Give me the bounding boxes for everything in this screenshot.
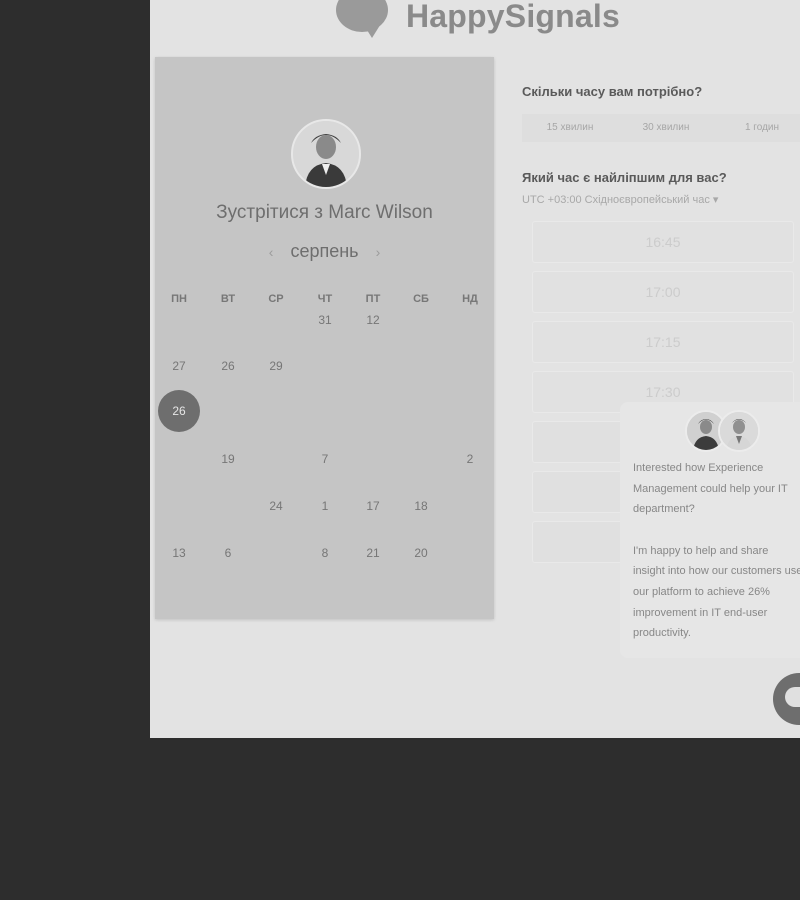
weekday-mon: ПН [171,293,187,305]
brand-name: HappySignals [406,0,621,34]
calendar-day[interactable]: 12 [353,313,393,327]
calendar-day[interactable]: 27 [159,359,199,373]
weekday-tue: ВТ [220,293,236,305]
duration-option-30[interactable]: 30 хвилин [618,114,714,142]
calendar-day[interactable]: 13 [159,546,199,560]
host-avatar [291,119,361,189]
timezone-label: UTC +03:00 Східноєвропейський час [522,194,710,206]
calendar-day[interactable]: 8 [305,546,345,560]
time-slot[interactable]: 17:15 [532,321,794,363]
calendar-day[interactable]: 29 [256,359,296,373]
calendar-day[interactable]: 26 [208,359,248,373]
calendar-day[interactable]: 6 [208,546,248,560]
scheduling-page: HappySignals Зустрітися з Marc Wilson ‹ … [150,0,800,738]
weekday-thu: ЧТ [317,293,333,305]
duration-option-60[interactable]: 1 годин [714,114,800,142]
calendar-day[interactable]: 20 [401,546,441,560]
calendar-day[interactable]: 21 [353,546,393,560]
calendar-day[interactable]: 18 [401,499,441,513]
agent-avatar [718,410,760,452]
calendar-day[interactable]: 7 [305,452,345,466]
weekday-sat: СБ [413,293,429,305]
speech-bubble-logo-icon [332,0,392,44]
time-slot[interactable]: 17:00 [532,271,794,313]
duration-question: Скільки часу вам потрібно? [522,84,703,99]
prev-month-chevron-icon[interactable]: ‹ [257,244,286,260]
chat-message-paragraph: I'm happy to help and share insight into… [633,544,800,640]
weekday-sun: НД [462,293,478,305]
calendar-day[interactable]: 24 [256,499,296,513]
next-month-chevron-icon[interactable]: › [364,244,393,260]
caret-down-icon: ▾ [712,194,719,206]
time-question: Який час є найліпшим для вас? [522,170,727,185]
duration-selector: 15 хвилин 30 хвилин 1 годин [522,114,800,142]
weekday-wed: СР [268,293,284,305]
calendar-day[interactable]: 1 [305,499,345,513]
month-navigator: ‹ серпень › [155,241,494,262]
calendar-panel: Зустрітися з Marc Wilson ‹ серпень › ПН … [155,57,494,619]
meeting-title: Зустрітися з Marc Wilson [216,202,433,223]
calendar-day[interactable]: 17 [353,499,393,513]
chat-popup[interactable]: Interested how Experience Management cou… [620,402,800,658]
time-slot[interactable]: 16:45 [532,221,794,263]
chat-bubble-icon [785,687,800,707]
chat-launcher-button[interactable] [773,673,800,725]
duration-option-15[interactable]: 15 хвилин [522,114,618,142]
weekday-fri: ПТ [365,293,381,305]
month-label: серпень [290,241,359,261]
calendar-day[interactable]: 19 [208,452,248,466]
calendar-day[interactable]: 2 [450,452,490,466]
calendar-day[interactable]: 31 [305,313,345,327]
calendar-day-selected[interactable]: 26 [158,390,200,432]
timezone-select[interactable]: UTC +03:00 Східноєвропейський час ▾ [522,193,718,206]
chat-message-paragraph: Interested how Experience Management cou… [633,462,788,516]
chat-message: Interested how Experience Management cou… [633,458,800,644]
brand-logo: HappySignals [332,0,620,46]
